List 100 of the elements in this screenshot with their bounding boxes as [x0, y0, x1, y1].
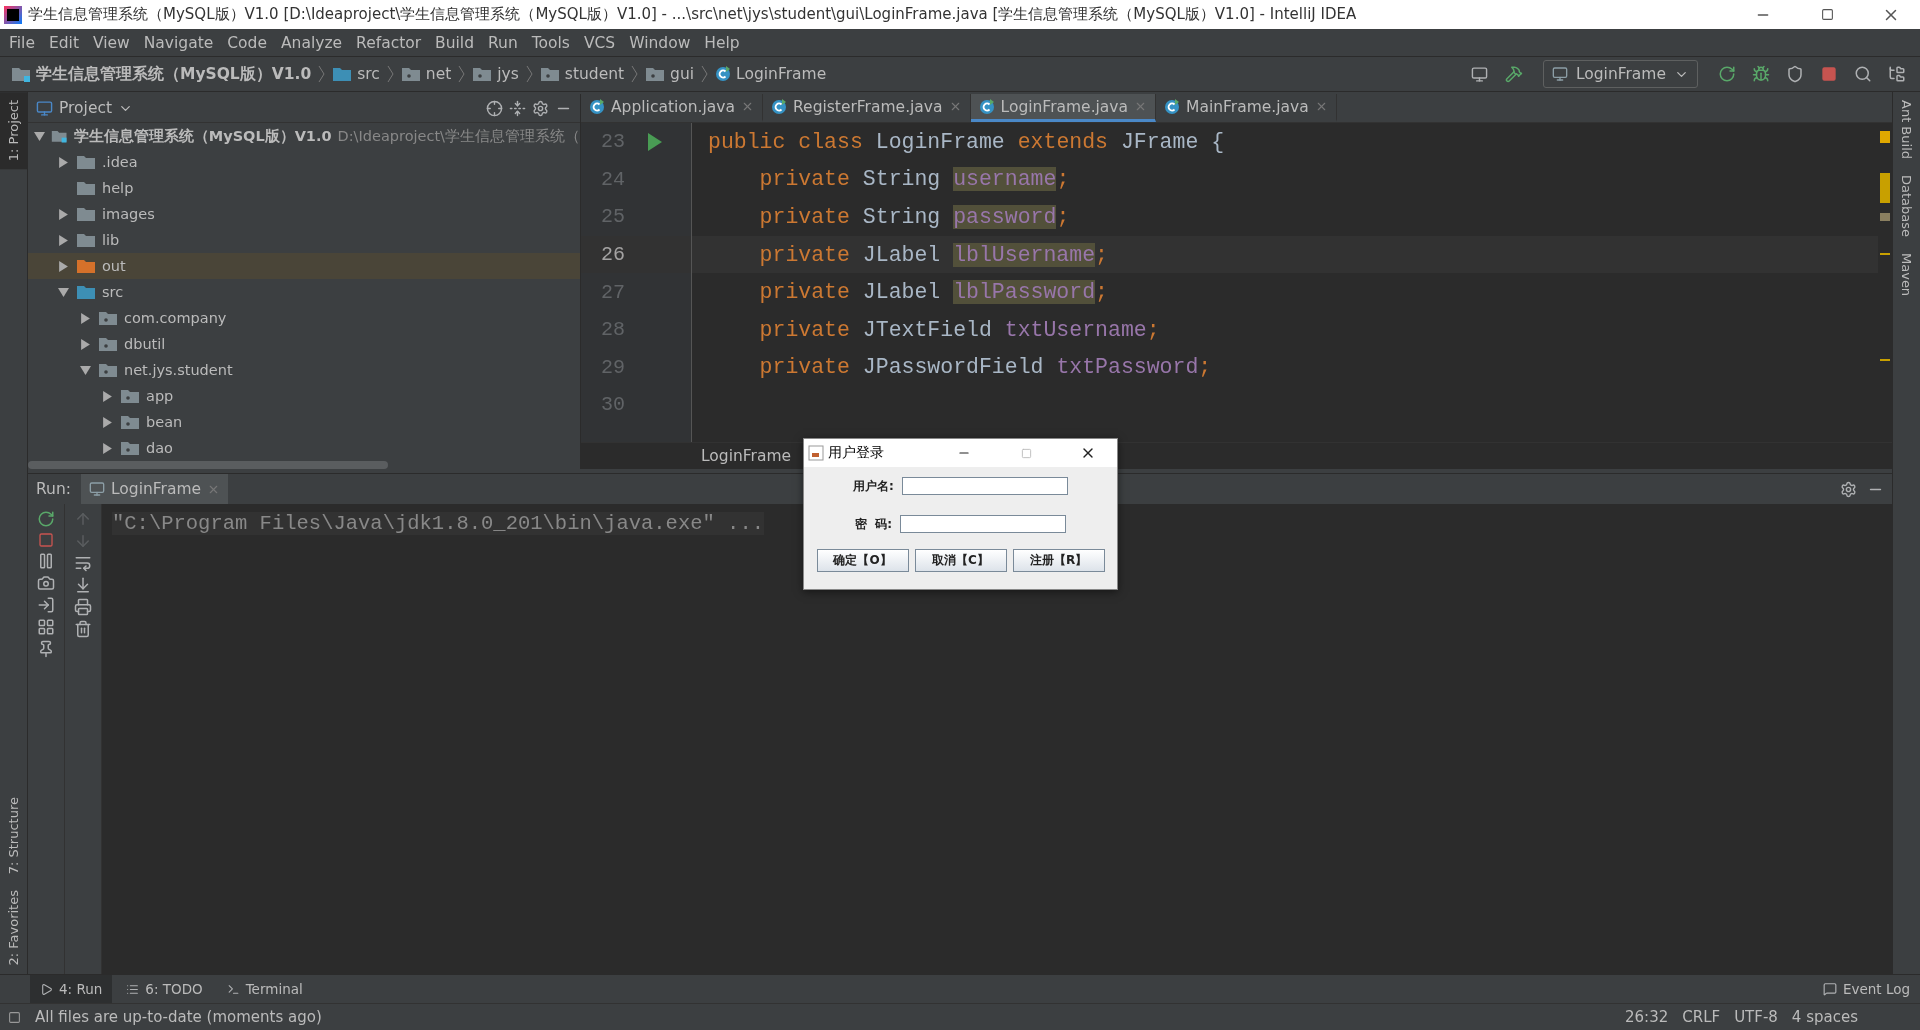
window-icon[interactable]: [1471, 65, 1489, 83]
menu-item[interactable]: Refactor: [349, 33, 429, 52]
camera-icon[interactable]: [37, 574, 55, 592]
tree-row[interactable]: app: [28, 383, 580, 409]
class-icon: [589, 98, 605, 115]
dialog-button[interactable]: 注册【R】: [1012, 549, 1105, 572]
tree-row[interactable]: com.company: [28, 305, 580, 331]
tool-window-tab[interactable]: 1: Project: [0, 92, 27, 170]
collapsed-arrow-icon[interactable]: [101, 442, 113, 454]
menu-item[interactable]: VCS: [576, 33, 623, 52]
menu-item[interactable]: Code: [220, 33, 274, 52]
status-item[interactable]: UTF-8: [1734, 1008, 1778, 1026]
print-icon[interactable]: [74, 598, 92, 616]
editor-tab[interactable]: RegisterFrame.java: [763, 94, 971, 122]
tree-row[interactable]: 学生信息管理系统（MySQL版）V1.0 D:\Ideaproject\学生信息管理系统（: [28, 123, 580, 149]
editor-tab[interactable]: LoginFrame.java: [970, 94, 1157, 122]
input-field[interactable]: [900, 515, 1067, 533]
tree-row[interactable]: out: [28, 253, 580, 279]
rerun-icon[interactable]: [1718, 65, 1736, 83]
menu-item[interactable]: Tools: [524, 33, 577, 52]
scrollbar-thumb[interactable]: [28, 461, 388, 469]
restore-icon[interactable]: [1820, 8, 1834, 21]
tool-window-tab[interactable]: Ant Build: [1893, 92, 1920, 167]
expanded-arrow-icon[interactable]: [79, 364, 91, 376]
tool-window-tab[interactable]: 2: Favorites: [0, 882, 27, 974]
status-toggle-icon[interactable]: [8, 1010, 21, 1024]
tree-row[interactable]: bean: [28, 409, 580, 435]
collapsed-arrow-icon[interactable]: [101, 416, 113, 428]
editor-breadcrumb[interactable]: LoginFrame: [701, 447, 792, 465]
status-item[interactable]: CRLF: [1682, 1008, 1721, 1026]
rerun-icon[interactable]: [37, 510, 55, 528]
menu-item[interactable]: Build: [428, 33, 481, 52]
tree-row[interactable]: src: [28, 279, 580, 305]
menu-item[interactable]: Help: [697, 33, 747, 52]
run-configuration-dropdown[interactable]: LoginFrame: [1542, 60, 1698, 88]
tool-window-tab[interactable]: 7: Structure: [0, 789, 27, 883]
settings-icon[interactable]: [532, 99, 549, 117]
breadcrumb-item[interactable]: LoginFrame: [712, 65, 830, 83]
menu-item[interactable]: Edit: [41, 33, 86, 52]
tree-row[interactable]: dbutil: [28, 331, 580, 357]
event-log-button[interactable]: Event Log: [1812, 975, 1920, 1003]
search-icon[interactable]: [1854, 65, 1872, 83]
breadcrumb-item[interactable]: jys: [469, 65, 522, 83]
tool-window-tab[interactable]: Database: [1893, 167, 1920, 246]
collapsed-arrow-icon[interactable]: [57, 208, 69, 220]
run-gutter-icon[interactable]: [647, 132, 663, 151]
trash-icon[interactable]: [74, 620, 92, 638]
dialog-button[interactable]: 取消【C】: [914, 549, 1007, 572]
menu-item[interactable]: View: [85, 33, 137, 52]
tool-window-tab[interactable]: Maven: [1893, 245, 1920, 305]
collapsed-arrow-icon[interactable]: [79, 312, 91, 324]
bug-icon[interactable]: [1752, 65, 1770, 83]
menu-item[interactable]: Run: [481, 33, 525, 52]
status-item[interactable]: 4 spaces: [1791, 1008, 1858, 1026]
tree-row[interactable]: help: [28, 175, 580, 201]
tree-row[interactable]: images: [28, 201, 580, 227]
menu-item[interactable]: Analyze: [274, 33, 350, 52]
project-view-dropdown[interactable]: Project: [36, 99, 134, 117]
locate-icon[interactable]: [486, 99, 503, 117]
collapsed-arrow-icon[interactable]: [79, 338, 91, 350]
status-item[interactable]: 26:32: [1625, 1008, 1669, 1026]
settings-icon[interactable]: [1840, 480, 1857, 498]
breadcrumb-item[interactable]: src: [329, 65, 383, 83]
input-field[interactable]: [901, 477, 1068, 495]
run-tab[interactable]: LoginFrame: [80, 474, 229, 504]
breadcrumb-item[interactable]: net: [397, 65, 455, 83]
expanded-arrow-icon[interactable]: [57, 286, 69, 298]
pause-icon[interactable]: [37, 552, 55, 570]
collapsed-arrow-icon[interactable]: [57, 234, 69, 246]
editor-tab[interactable]: MainFrame.java: [1156, 94, 1337, 122]
soft-wrap-icon[interactable]: [74, 554, 92, 572]
menu-item[interactable]: Window: [622, 33, 698, 52]
collapsed-arrow-icon[interactable]: [57, 260, 69, 272]
collapse-all-icon[interactable]: [509, 99, 526, 117]
dialog-button[interactable]: 确定【O】: [816, 549, 909, 572]
exit-icon[interactable]: [37, 596, 55, 614]
tree-row[interactable]: dao: [28, 435, 580, 461]
menu-item[interactable]: File: [2, 33, 42, 52]
tool-window-tab[interactable]: 6: TODO: [116, 975, 213, 1003]
shield-icon[interactable]: [1786, 65, 1804, 83]
scroll-to-end-icon[interactable]: [74, 576, 92, 594]
tool-window-tab[interactable]: 4: Run: [30, 975, 113, 1003]
editor-tab[interactable]: Application.java: [581, 94, 763, 122]
tree-row[interactable]: net.jys.student: [28, 357, 580, 383]
breadcrumb-item[interactable]: student: [536, 65, 628, 83]
hammer-icon[interactable]: [1504, 65, 1523, 83]
layout-icon[interactable]: [37, 618, 55, 636]
expanded-arrow-icon[interactable]: [34, 130, 46, 142]
breadcrumb-item[interactable]: gui: [642, 65, 698, 83]
breadcrumb-item[interactable]: 学生信息管理系统（MySQL版）V1.0: [8, 63, 315, 85]
collapsed-arrow-icon[interactable]: [57, 156, 69, 168]
folder-tree-icon[interactable]: [1888, 65, 1906, 83]
stop-icon[interactable]: [1821, 66, 1837, 82]
collapsed-arrow-icon[interactable]: [101, 390, 113, 402]
pin-icon[interactable]: [37, 640, 55, 658]
menu-item[interactable]: Navigate: [136, 33, 221, 52]
tree-row[interactable]: .idea: [28, 149, 580, 175]
close-tab-icon[interactable]: [741, 100, 754, 113]
tree-row[interactable]: lib: [28, 227, 580, 253]
tool-window-tab[interactable]: Terminal: [216, 975, 313, 1003]
